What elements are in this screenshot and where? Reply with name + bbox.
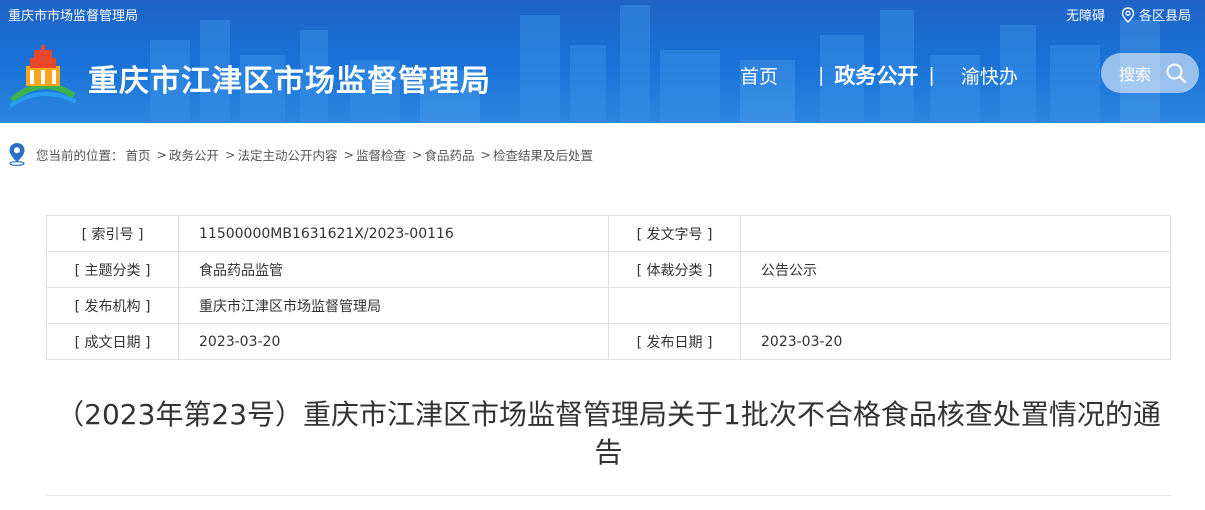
bureau-logo-icon[interactable] — [8, 44, 78, 108]
meta-value: 公告公示 — [740, 251, 1171, 288]
district-bureau-link[interactable]: 各区县局 — [1139, 5, 1191, 24]
nav-government-affairs[interactable]: 政务公开 — [834, 60, 918, 90]
breadcrumb-separator: > — [225, 146, 236, 162]
header-banner: 重庆市市场监督管理局 无障碍 各区县局 重庆市江津区市场监督管理局 首页 | 政… — [0, 0, 1205, 123]
meta-value — [740, 287, 1171, 324]
meta-value: 11500000MB1631621X/2023-00116 — [178, 215, 609, 252]
meta-value: 2023-03-20 — [178, 323, 609, 360]
meta-label: [ 主题分类 ] — [46, 251, 179, 288]
meta-label: [ 索引号 ] — [46, 215, 179, 252]
location-icon — [9, 143, 25, 166]
meta-value: 食品药品监管 — [178, 251, 609, 288]
search-button[interactable]: 搜索 — [1101, 53, 1199, 93]
breadcrumb: 您当前的位置： 首页 > 政务公开 > 法定主动公开内容 > 监督检查 > 食品… — [8, 141, 597, 167]
table-row: [ 主题分类 ] 食品药品监管 [ 体裁分类 ] 公告公示 — [46, 251, 1171, 288]
document-metadata-table: [ 索引号 ] 11500000MB1631621X/2023-00116 [ … — [46, 215, 1171, 360]
meta-value — [740, 215, 1171, 252]
meta-label: [ 发布机构 ] — [46, 287, 179, 324]
breadcrumb-separator: > — [480, 146, 492, 162]
search-icon — [1166, 63, 1187, 84]
meta-label: [ 体裁分类 ] — [608, 251, 741, 288]
breadcrumb-item-food-drugs[interactable]: 食品药品 — [425, 145, 475, 164]
nav-divider: | — [928, 64, 935, 86]
breadcrumb-item-public-content[interactable]: 法定主动公开内容 — [238, 145, 338, 164]
meta-label: [ 成文日期 ] — [46, 323, 179, 360]
breadcrumb-item-inspection-results[interactable]: 检查结果及后处置 — [493, 145, 593, 164]
breadcrumb-separator: > — [343, 146, 355, 162]
nav-yukuaiban[interactable]: 渝快办 — [961, 62, 1018, 89]
breadcrumb-prefix: 您当前的位置： — [36, 147, 124, 163]
table-row: [ 成文日期 ] 2023-03-20 [ 发布日期 ] 2023-03-20 — [46, 323, 1171, 360]
search-label: 搜索 — [1119, 65, 1152, 84]
location-pin-icon — [1121, 6, 1135, 23]
accessibility-link[interactable]: 无障碍 — [1066, 5, 1105, 24]
meta-value: 重庆市江津区市场监督管理局 — [178, 287, 609, 324]
meta-label: [ 发布日期 ] — [608, 323, 741, 360]
site-title[interactable]: 重庆市江津区市场监督管理局 — [88, 56, 491, 100]
meta-label: [ 发文字号 ] — [608, 215, 741, 252]
top-links: 无障碍 各区县局 — [1066, 5, 1191, 24]
title-divider — [46, 495, 1171, 496]
nav-home[interactable]: 首页 — [740, 62, 778, 89]
parent-site-title[interactable]: 重庆市市场监督管理局 — [8, 5, 138, 24]
table-row: [ 发布机构 ] 重庆市江津区市场监督管理局 — [46, 287, 1171, 324]
nav-divider: | — [818, 64, 825, 86]
breadcrumb-separator: > — [156, 146, 168, 162]
article-title: （2023年第23号）重庆市江津区市场监督管理局关于1批次不合格食品核查处置情况… — [56, 398, 1161, 469]
breadcrumb-separator: > — [412, 146, 423, 162]
breadcrumb-item-government-affairs[interactable]: 政务公开 — [169, 145, 219, 164]
table-row: [ 索引号 ] 11500000MB1631621X/2023-00116 [ … — [46, 215, 1171, 252]
breadcrumb-item-supervision[interactable]: 监督检查 — [356, 145, 406, 164]
breadcrumb-item-home[interactable]: 首页 — [126, 145, 151, 164]
main-nav: 首页 | 政务公开 | 渝快办 — [740, 60, 1018, 90]
meta-value: 2023-03-20 — [740, 323, 1171, 360]
meta-label — [608, 287, 741, 324]
